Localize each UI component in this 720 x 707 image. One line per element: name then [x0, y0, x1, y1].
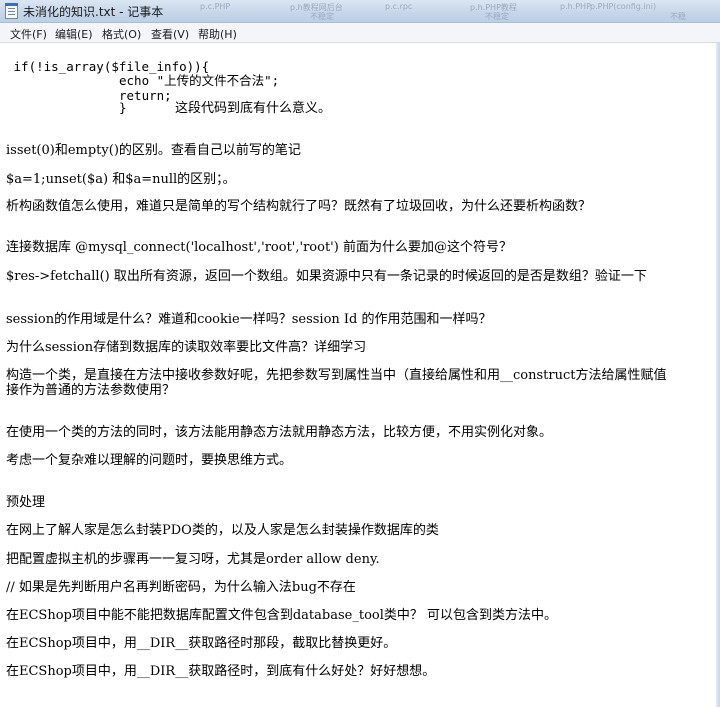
- text-line: }: [119, 100, 127, 115]
- background-window-tabs: p.c.PHP p.h教程网后台 不稳定 p.c.rpc p.h.PHP教程 不…: [170, 0, 720, 23]
- text-line: 在ECShop项目中，用__DIR__获取路径时那段，截取比替换更好。: [6, 636, 397, 651]
- text-line: $res->fetchall() 取出所有资源，返回一个数组。如果资源中只有一条…: [6, 269, 647, 284]
- text-line: 接作为普通的方法参数使用？: [6, 383, 176, 398]
- text-line: 构造一个类，是直接在方法中接收参数好呢，先把参数写到属性当中（直接给属性和用__…: [6, 368, 667, 383]
- text-line: return;: [119, 88, 172, 103]
- text-line: 在ECShop项目中，用__DIR__获取路径时，到底有什么好处？好好想想。: [6, 664, 436, 679]
- text-line: if(!is_array($file_info)){: [6, 59, 210, 74]
- background-tab: p.c.rpc: [385, 2, 413, 11]
- text-line: isset(0)和empty()的区别。查看自己以前写的笔记: [6, 143, 301, 158]
- window-title: 未消化的知识.txt - 记事本: [23, 5, 164, 19]
- background-tab: 不稳: [670, 12, 686, 21]
- text-line: 把配置虚拟主机的步骤再一一复习呀，尤其是order allow deny.: [6, 552, 380, 567]
- text-line: echo "上传的文件不合法";: [119, 73, 280, 88]
- text-line: // 如果是先判断用户名再判断密码，为什么输入法bug不存在: [6, 580, 356, 595]
- text-line: 在使用一个类的方法的同时，该方法能用静态方法就用静态方法，比较方便，不用实例化对…: [6, 425, 553, 440]
- background-tab: 不稳定: [310, 12, 334, 21]
- window-frame-edge: [716, 43, 720, 707]
- menu-edit[interactable]: 编辑(E): [55, 26, 93, 42]
- text-line: 预处理: [6, 495, 46, 510]
- menu-bar: 文件(F) 编辑(E) 格式(O) 查看(V) 帮助(H): [0, 23, 720, 43]
- text-line: 在ECShop项目中能不能把数据库配置文件包含到database_tool类中？…: [6, 608, 558, 623]
- text-line: 析构函数值怎么使用，难道只是简单的写个结构就行了吗？既然有了垃圾回收，为什么还要…: [6, 199, 592, 214]
- background-tab: p.c.PHP: [200, 2, 231, 11]
- text-line: 连接数据库 @mysql_connect('localhost','root',…: [6, 240, 512, 255]
- text-editor[interactable]: if(!is_array($file_info)){ echo "上传的文件不合…: [0, 43, 720, 707]
- text-line: $a=1;unset($a) 和$a=null的区别；。: [6, 172, 236, 187]
- text-line: 考虑一个复杂难以理解的问题时，要换思维方式。: [6, 453, 293, 468]
- text-line: 为什么session存储到数据库的读取效率要比文件高？详细学习: [6, 340, 367, 355]
- menu-help[interactable]: 帮助(H): [198, 26, 237, 42]
- background-tab: 不稳定: [485, 12, 509, 21]
- notepad-icon: [5, 3, 18, 19]
- title-bar[interactable]: 未消化的知识.txt - 记事本 p.c.PHP p.h教程网后台 不稳定 p.…: [0, 0, 720, 23]
- text-line: session的作用域是什么？难道和cookie一样吗？session Id 的…: [6, 312, 492, 327]
- menu-view[interactable]: 查看(V): [151, 26, 189, 42]
- text-line: 在网上了解人家是怎么封装PDO类的，以及人家是怎么封装操作数据库的类: [6, 523, 439, 538]
- menu-format[interactable]: 格式(O): [102, 26, 141, 42]
- menu-file[interactable]: 文件(F): [10, 26, 47, 42]
- background-tab: p.PHP(config.ini): [590, 2, 657, 11]
- text-line: 这段代码到底有什么意义。: [175, 101, 332, 116]
